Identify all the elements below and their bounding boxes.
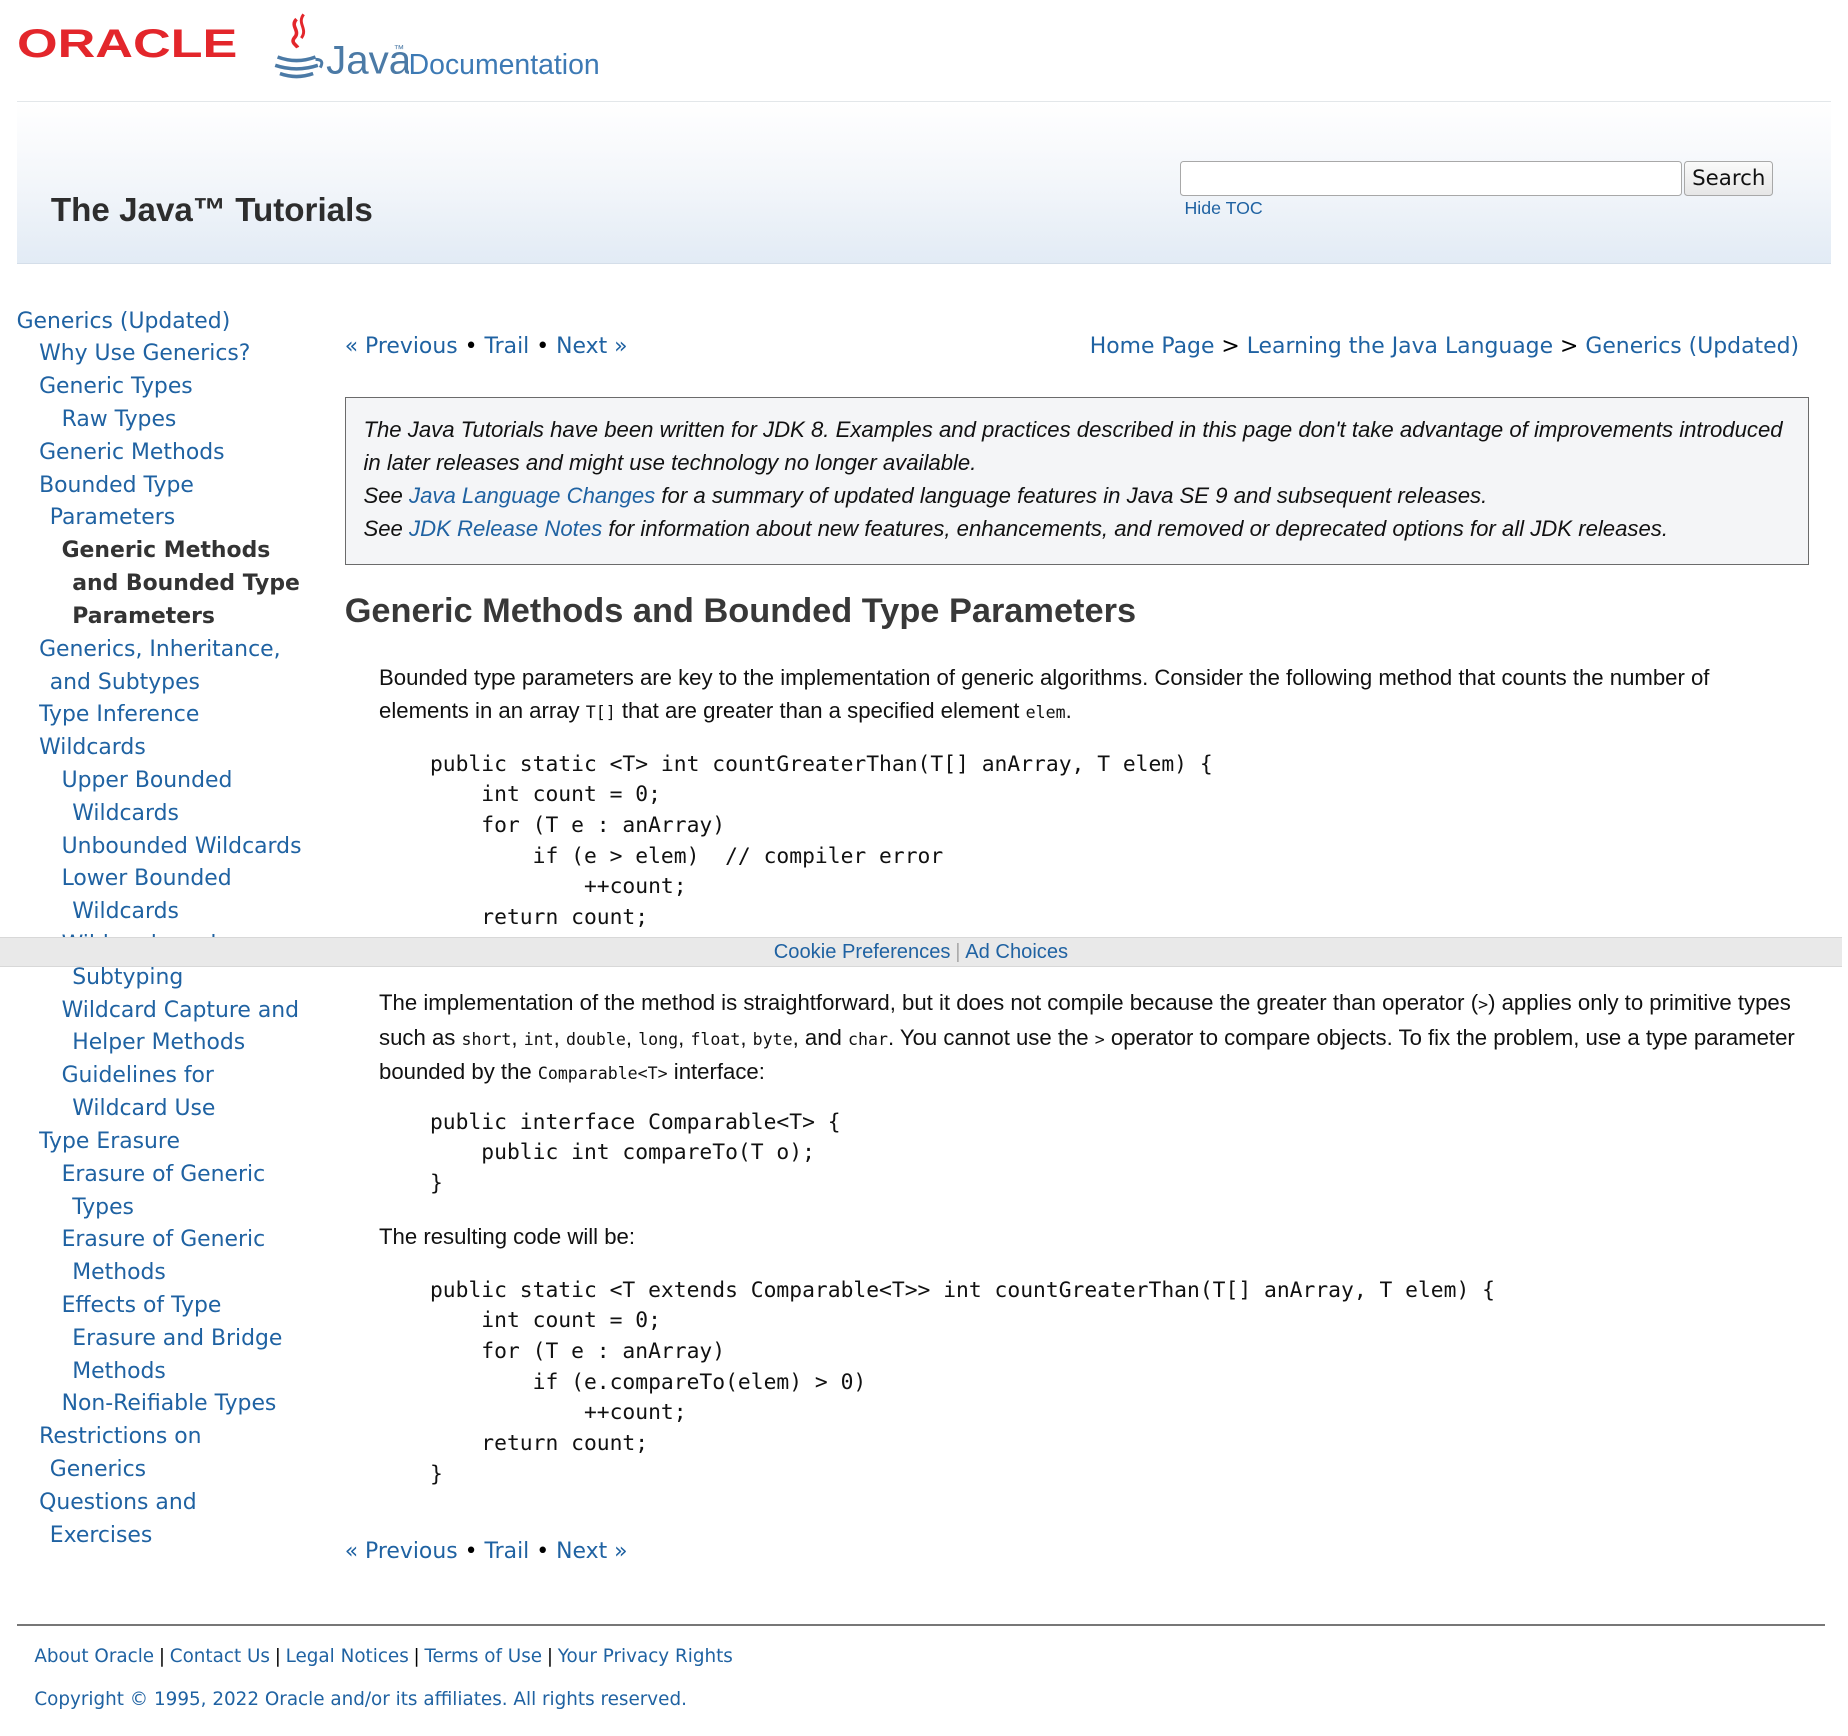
toc-item-bounded-type-parameters[interactable]: Bounded Type Parameters <box>17 470 228 536</box>
copyright: Copyright © 1995, 2022 Oracle and/or its… <box>34 1689 687 1711</box>
code-block-3: public static <T extends Comparable<T>> … <box>429 1277 1495 1487</box>
svg-text:™: ™ <box>393 43 404 55</box>
toc-item-erasure-generic-methods[interactable]: Erasure of Generic Methods <box>17 1224 292 1290</box>
toc-item-raw-types[interactable]: Raw Types <box>17 404 313 437</box>
toc-sidebar: Generics (Updated) Why Use Generics? Gen… <box>17 306 313 1553</box>
breadcrumb-home[interactable]: Home Page <box>1090 334 1215 359</box>
java-logo[interactable]: Java ™ <box>261 12 411 91</box>
code-block-2: public interface Comparable<T> { public … <box>429 1109 841 1196</box>
note-line1: The Java Tutorials have been written for… <box>363 417 1783 476</box>
toc-item-restrictions[interactable]: Restrictions on Generics <box>17 1421 228 1487</box>
toc-item-wildcard-capture[interactable]: Wildcard Capture and Helper Methods <box>17 995 321 1061</box>
hide-toc-link[interactable]: Hide TOC <box>1184 198 1262 219</box>
tutorial-banner: The Java™ Tutorials Search Hide TOC <box>16 101 1832 264</box>
toc-item-current: Generic Methods and Bounded Type Paramet… <box>61 538 300 629</box>
breadcrumb-generics[interactable]: Generics (Updated) <box>1585 334 1799 359</box>
top-bar: ORACLE Java ™ Documentation <box>16 0 1832 102</box>
toc-item-erasure-generic-types[interactable]: Erasure of Generic Types <box>17 1159 292 1225</box>
toc-item-upper-bounded-wildcards[interactable]: Upper Bounded Wildcards <box>17 765 268 831</box>
java-language-changes-link[interactable]: Java Language Changes <box>409 483 655 508</box>
paragraph-operator: The implementation of the method is stra… <box>379 989 1795 1085</box>
toc-item-non-reifiable-types[interactable]: Non-Reifiable Types <box>17 1388 313 1421</box>
next-link-bottom[interactable]: Next » <box>556 1539 627 1564</box>
search-button[interactable]: Search <box>1684 160 1774 197</box>
toc-item-wildcards[interactable]: Wildcards <box>17 732 313 765</box>
toc-item-lower-bounded-wildcards[interactable]: Lower Bounded Wildcards <box>17 863 268 929</box>
footer-privacy-rights[interactable]: Your Privacy Rights <box>558 1646 733 1667</box>
toc-item-generic-methods[interactable]: Generic Methods <box>17 437 313 470</box>
footer-contact-us[interactable]: Contact Us <box>170 1646 270 1667</box>
toc-item-effects-type-erasure[interactable]: Effects of Type Erasure and Bridge Metho… <box>17 1290 304 1388</box>
toc-item-inheritance-subtypes[interactable]: Generics, Inheritance, and Subtypes <box>17 634 305 700</box>
toc-item-wildcard-guidelines[interactable]: Guidelines for Wildcard Use <box>17 1060 250 1126</box>
footer-about-oracle[interactable]: About Oracle <box>34 1646 154 1667</box>
toc-item-why-use-generics[interactable]: Why Use Generics? <box>17 338 313 371</box>
toc-item-questions-exercises[interactable]: Questions and Exercises <box>17 1487 228 1553</box>
paragraph-intro: Bounded type parameters are key to the i… <box>379 665 1710 723</box>
next-link[interactable]: Next » <box>556 334 627 359</box>
oracle-logo[interactable]: ORACLE <box>17 21 242 68</box>
jdk-release-notes-link[interactable]: JDK Release Notes <box>409 516 602 541</box>
trail-link[interactable]: Trail <box>485 334 530 359</box>
toc-item-type-inference[interactable]: Type Inference <box>17 699 313 732</box>
jdk-note: The Java Tutorials have been written for… <box>344 396 1809 565</box>
page-nav-top: « Previous • Trail • Next » <box>344 334 628 360</box>
footer-links: About Oracle | Contact Us | Legal Notices | Te… <box>34 1646 733 1668</box>
documentation-link[interactable]: Documentation <box>409 49 600 82</box>
trail-link-bottom[interactable]: Trail <box>485 1539 530 1564</box>
banner-title: The Java™ Tutorials <box>50 191 373 229</box>
ad-choices-link[interactable]: Ad Choices <box>965 941 1068 963</box>
page-title: Generic Methods and Bounded Type Paramet… <box>344 592 1137 631</box>
toc-item-generic-types[interactable]: Generic Types <box>17 371 313 404</box>
svg-text:ORACLE: ORACLE <box>17 26 237 62</box>
breadcrumb: Home Page > Learning the Java Language >… <box>1089 334 1800 360</box>
footer-divider <box>16 1623 1826 1626</box>
page-nav-bottom: « Previous • Trail • Next » <box>344 1538 628 1564</box>
footer-legal-notices[interactable]: Legal Notices <box>286 1646 409 1667</box>
search-input[interactable] <box>1179 160 1682 197</box>
cookie-preferences-link[interactable]: Cookie Preferences <box>774 941 951 963</box>
toc-item-type-erasure[interactable]: Type Erasure <box>17 1126 313 1159</box>
breadcrumb-learning[interactable]: Learning the Java Language <box>1247 334 1553 359</box>
footer-terms-of-use[interactable]: Terms of Use <box>424 1646 542 1667</box>
cookie-bar: Cookie Preferences | Ad Choices <box>0 936 1842 968</box>
toc-item-unbounded-wildcards[interactable]: Unbounded Wildcards <box>17 831 313 864</box>
previous-link[interactable]: « Previous <box>345 334 458 359</box>
code-block-1: public static <T> int countGreaterThan(T… <box>429 751 1213 961</box>
toc-item-generics[interactable]: Generics (Updated) <box>17 306 313 339</box>
paragraph-result: The resulting code will be: <box>379 1224 636 1250</box>
previous-link-bottom[interactable]: « Previous <box>345 1539 458 1564</box>
